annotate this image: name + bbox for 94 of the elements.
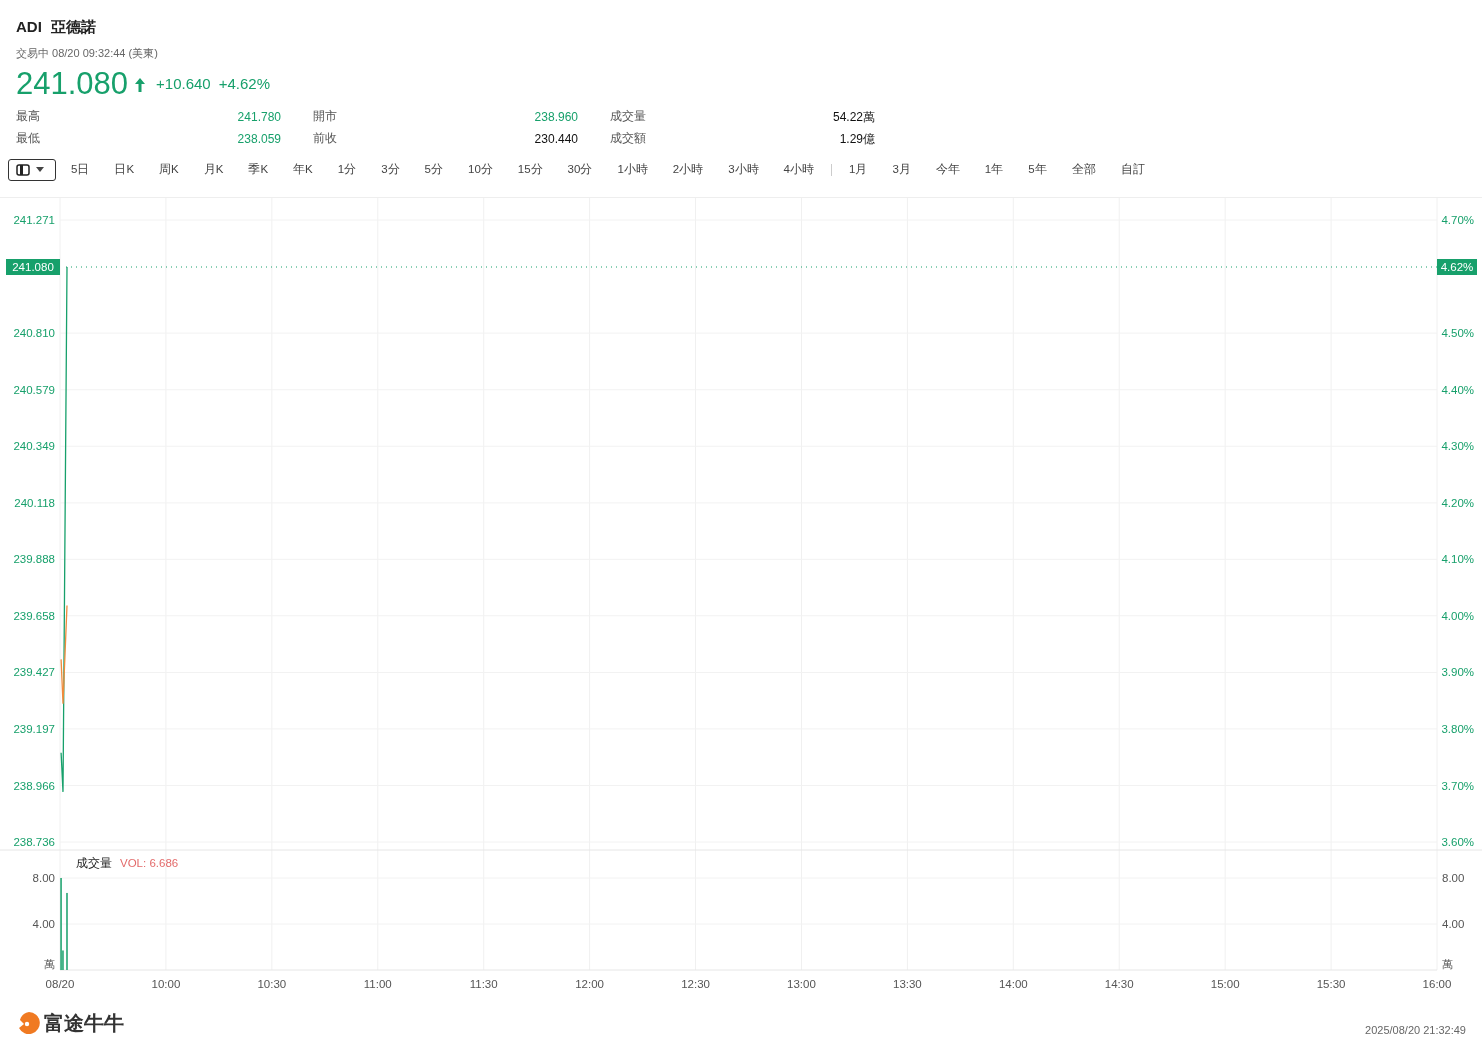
period-tab[interactable]: 周K	[152, 158, 186, 181]
y-axis-label: 239.197	[13, 722, 55, 735]
stock-name: 亞德諾	[50, 16, 96, 37]
x-axis-label: 14:00	[998, 978, 1028, 990]
percent-axis-label: 4.30%	[1441, 440, 1474, 453]
x-axis-label: 16:00	[1422, 978, 1452, 990]
last-percent-badge: 4.62%	[1437, 259, 1477, 275]
price-change: +10.640	[156, 74, 211, 95]
y-axis-label: 240.810	[13, 327, 55, 340]
chart-type-icon	[16, 163, 30, 176]
current-price: 241.080	[16, 65, 129, 104]
period-tab[interactable]: 1年	[977, 158, 1011, 181]
period-tab[interactable]: 季K	[241, 158, 276, 181]
period-tab[interactable]: 15分	[510, 158, 550, 181]
x-axis-label: 15:00	[1210, 978, 1240, 990]
stat-label: 最低	[16, 130, 40, 146]
percent-axis-label: 4.10%	[1441, 553, 1474, 566]
caret-icon	[36, 167, 44, 172]
period-tab[interactable]: 今年	[928, 158, 967, 181]
y-axis-label: 8.00	[32, 872, 55, 884]
stat-label: 成交額	[610, 130, 646, 146]
timestamp: 2025/08/20 21:32:49	[1365, 1023, 1466, 1038]
period-tab[interactable]: 4小時	[776, 158, 821, 181]
y-axis-label: 241.271	[13, 214, 55, 226]
x-axis-label: 11:00	[363, 978, 392, 990]
unit-label: 萬	[1442, 958, 1453, 970]
period-tab[interactable]: 1小時	[610, 158, 655, 181]
percent-axis-label: 4.20%	[1441, 496, 1474, 509]
period-tab[interactable]: 月K	[196, 158, 231, 181]
x-axis-label: 14:30	[1104, 978, 1134, 990]
y-axis-label: 240.118	[14, 496, 55, 509]
period-tab[interactable]: 5日	[64, 158, 97, 181]
y-axis-label: 240.349	[13, 440, 55, 453]
x-axis-label: 13:00	[787, 978, 816, 990]
x-axis-label: 08/20	[45, 978, 75, 990]
y-axis-label: 239.888	[13, 553, 55, 566]
period-tab[interactable]: 1分	[330, 158, 364, 181]
x-axis-label: 15:30	[1316, 978, 1346, 990]
percent-axis-label: 4.70%	[1441, 214, 1474, 226]
y-axis-label: 240.579	[13, 383, 55, 396]
percent-axis-label: 3.80%	[1441, 722, 1474, 735]
period-tab[interactable]: 3分	[374, 158, 407, 181]
period-tab[interactable]: 2小時	[665, 158, 711, 181]
stock-symbol: ADI	[16, 16, 42, 37]
x-axis-label: 10:30	[257, 978, 287, 990]
y-axis-label: 238.966	[13, 779, 55, 792]
stat-label: 開市	[313, 108, 337, 124]
stat-value: 1.29億	[839, 130, 875, 148]
volume-indicator: VOL: 6.686	[120, 857, 179, 869]
period-tab[interactable]: 全部	[1064, 158, 1103, 181]
last-price-badge: 241.080	[6, 259, 60, 275]
stat-label: 成交量	[610, 108, 646, 124]
unit-label: 萬	[44, 958, 55, 970]
period-tab[interactable]: 自訂	[1113, 158, 1152, 181]
period-tab[interactable]: 3月	[885, 158, 918, 181]
brand-name: 富途牛牛	[44, 1011, 124, 1037]
x-axis-label: 12:00	[575, 978, 604, 990]
percent-axis-label: 4.00%	[1441, 609, 1474, 622]
up-arrow-icon	[134, 76, 147, 93]
period-tab[interactable]: 5年	[1021, 158, 1054, 181]
percent-axis-label: 3.90%	[1441, 666, 1474, 679]
stat-label: 前收	[313, 130, 337, 146]
y-axis-label: 4.00	[1442, 918, 1465, 930]
chart-type-dropdown[interactable]	[8, 158, 56, 181]
percent-axis-label: 4.50%	[1441, 327, 1474, 340]
period-tab[interactable]: 30分	[560, 158, 600, 181]
period-tab[interactable]: 10分	[461, 158, 500, 181]
stat-value: 54.22萬	[832, 108, 875, 126]
period-tab[interactable]: 5分	[417, 158, 450, 181]
x-axis-label: 11:30	[469, 978, 498, 990]
stat-value: 238.960	[534, 108, 578, 126]
stat-label: 最高	[16, 108, 40, 124]
period-tab[interactable]: 日K	[107, 158, 142, 181]
y-axis-label: 239.427	[13, 666, 55, 679]
percent-axis-label: 4.40%	[1441, 383, 1474, 396]
price-change-percent: +4.62%	[218, 74, 270, 95]
volume-title: 成交量	[76, 857, 112, 869]
logo-icon	[16, 1011, 42, 1036]
stat-value: 241.780	[237, 108, 281, 126]
percent-axis-label: 3.60%	[1441, 836, 1474, 848]
x-axis-label: 12:30	[681, 978, 710, 990]
period-tab[interactable]: 年K	[286, 158, 320, 181]
stat-value: 238.059	[237, 130, 281, 148]
x-axis-label: 10:00	[151, 978, 181, 990]
percent-axis-label: 3.70%	[1441, 779, 1474, 792]
y-axis-label: 239.658	[13, 609, 55, 622]
y-axis-label: 4.00	[32, 918, 55, 930]
y-axis-label: 238.736	[13, 836, 55, 848]
trading-status: 交易中 08/20 09:32:44 (美東)	[16, 46, 159, 61]
y-axis-label: 8.00	[1442, 872, 1465, 884]
period-tab[interactable]: 1月	[842, 158, 875, 181]
x-axis-label: 13:30	[893, 978, 922, 990]
period-tab[interactable]: 3小時	[721, 158, 766, 181]
stat-value: 230.440	[534, 130, 578, 148]
